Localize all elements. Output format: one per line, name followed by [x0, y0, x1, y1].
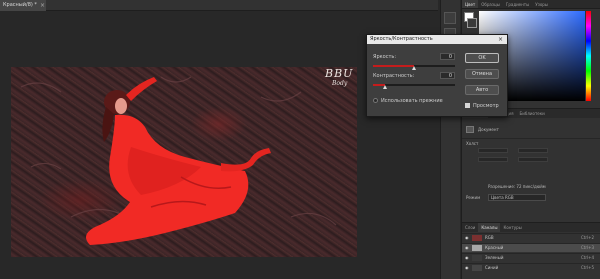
channel-name: RGB: [485, 235, 494, 240]
color-panel-tabs: Цвет Образцы Градиенты Узоры: [462, 0, 600, 9]
watermark-logo: BBU: [325, 67, 354, 80]
tab-paths[interactable]: Контуры: [500, 223, 524, 232]
history-panel-icon[interactable]: [444, 12, 456, 24]
color-mode-select[interactable]: Цвета RGB: [488, 194, 546, 201]
height-field[interactable]: [478, 157, 508, 162]
channel-row[interactable]: ◉ RGB Ctrl+2: [462, 233, 600, 242]
close-tab-icon[interactable]: ×: [40, 0, 46, 11]
ok-button[interactable]: OK: [465, 53, 499, 63]
channels-tabs: Слои Каналы Контуры: [462, 222, 600, 232]
channel-row[interactable]: ◉ Синий Ctrl+5: [462, 263, 600, 272]
channel-thumbnail: [472, 235, 482, 241]
auto-button[interactable]: Авто: [465, 85, 499, 95]
divider: [462, 138, 600, 139]
contrast-slider-thumb[interactable]: [383, 85, 388, 89]
channel-thumbnail: [472, 265, 482, 271]
document-icon: [466, 126, 474, 133]
cancel-button[interactable]: Отмена: [465, 69, 499, 79]
y-field[interactable]: [518, 157, 548, 162]
channel-thumbnail: [472, 245, 482, 251]
channel-name: Зеленый: [485, 255, 504, 260]
channel-shortcut: Ctrl+2: [580, 235, 594, 240]
tab-patterns[interactable]: Узоры: [532, 0, 551, 8]
background-color-swatch[interactable]: [467, 18, 477, 28]
width-field[interactable]: [478, 148, 508, 153]
contrast-field[interactable]: 0: [440, 72, 455, 79]
channel-shortcut: Ctrl+4: [580, 255, 594, 260]
channel-name: Синий: [485, 265, 499, 270]
brightness-slider-thumb[interactable]: [412, 66, 416, 70]
brightness-contrast-dialog: Яркость/Контрастность × Яркость: 0 Контр…: [366, 34, 508, 117]
document-tab-bar: [0, 0, 438, 11]
photo-canvas[interactable]: [11, 67, 357, 257]
tab-gradients[interactable]: Градиенты: [503, 0, 532, 8]
brightness-field[interactable]: 0: [440, 53, 455, 60]
eye-icon[interactable]: ◉: [465, 234, 469, 242]
eye-icon[interactable]: ◉: [465, 254, 469, 262]
use-legacy-label: Использовать прежние: [381, 98, 443, 104]
x-field[interactable]: [518, 148, 548, 153]
eye-icon[interactable]: ◉: [465, 264, 469, 272]
channel-shortcut: Ctrl+5: [580, 265, 594, 270]
brightness-slider-fill: [373, 65, 414, 67]
contrast-label: Контрастность:: [373, 73, 415, 79]
hue-slider[interactable]: [586, 11, 591, 101]
photo-illustration: [20, 76, 337, 245]
watermark-signature: Body: [332, 80, 348, 87]
channel-shortcut: Ctrl+3: [580, 245, 594, 250]
use-legacy-radio[interactable]: [373, 98, 378, 103]
canvas-section-label: Холст: [466, 141, 479, 146]
channel-thumbnail: [472, 255, 482, 261]
dialog-close-icon[interactable]: ×: [498, 35, 503, 44]
tab-swatches[interactable]: Образцы: [478, 0, 503, 8]
preview-label: Просмотр: [473, 103, 499, 109]
dialog-title: Яркость/Контрастность: [367, 35, 507, 44]
channel-row[interactable]: ◉ Зеленый Ctrl+4: [462, 253, 600, 262]
preview-checkbox[interactable]: [465, 103, 470, 108]
tab-color[interactable]: Цвет: [462, 0, 479, 8]
tab-channels[interactable]: Каналы: [478, 223, 501, 232]
brightness-label: Яркость:: [373, 54, 397, 60]
eye-icon[interactable]: ◉: [465, 244, 469, 252]
document-label: Документ: [478, 127, 499, 132]
properties-panel: Документ Холст Разрешение: 72 пикс/дюйм …: [462, 118, 600, 222]
tab-layers[interactable]: Слои: [462, 223, 478, 232]
tab-libraries[interactable]: Библиотеки: [517, 109, 548, 118]
mode-label: Режим: [466, 195, 481, 200]
resolution-text: Разрешение: 72 пикс/дюйм: [488, 184, 546, 189]
channel-row[interactable]: ◉ Красный Ctrl+3: [462, 243, 600, 252]
channel-name: Красный: [485, 245, 504, 250]
